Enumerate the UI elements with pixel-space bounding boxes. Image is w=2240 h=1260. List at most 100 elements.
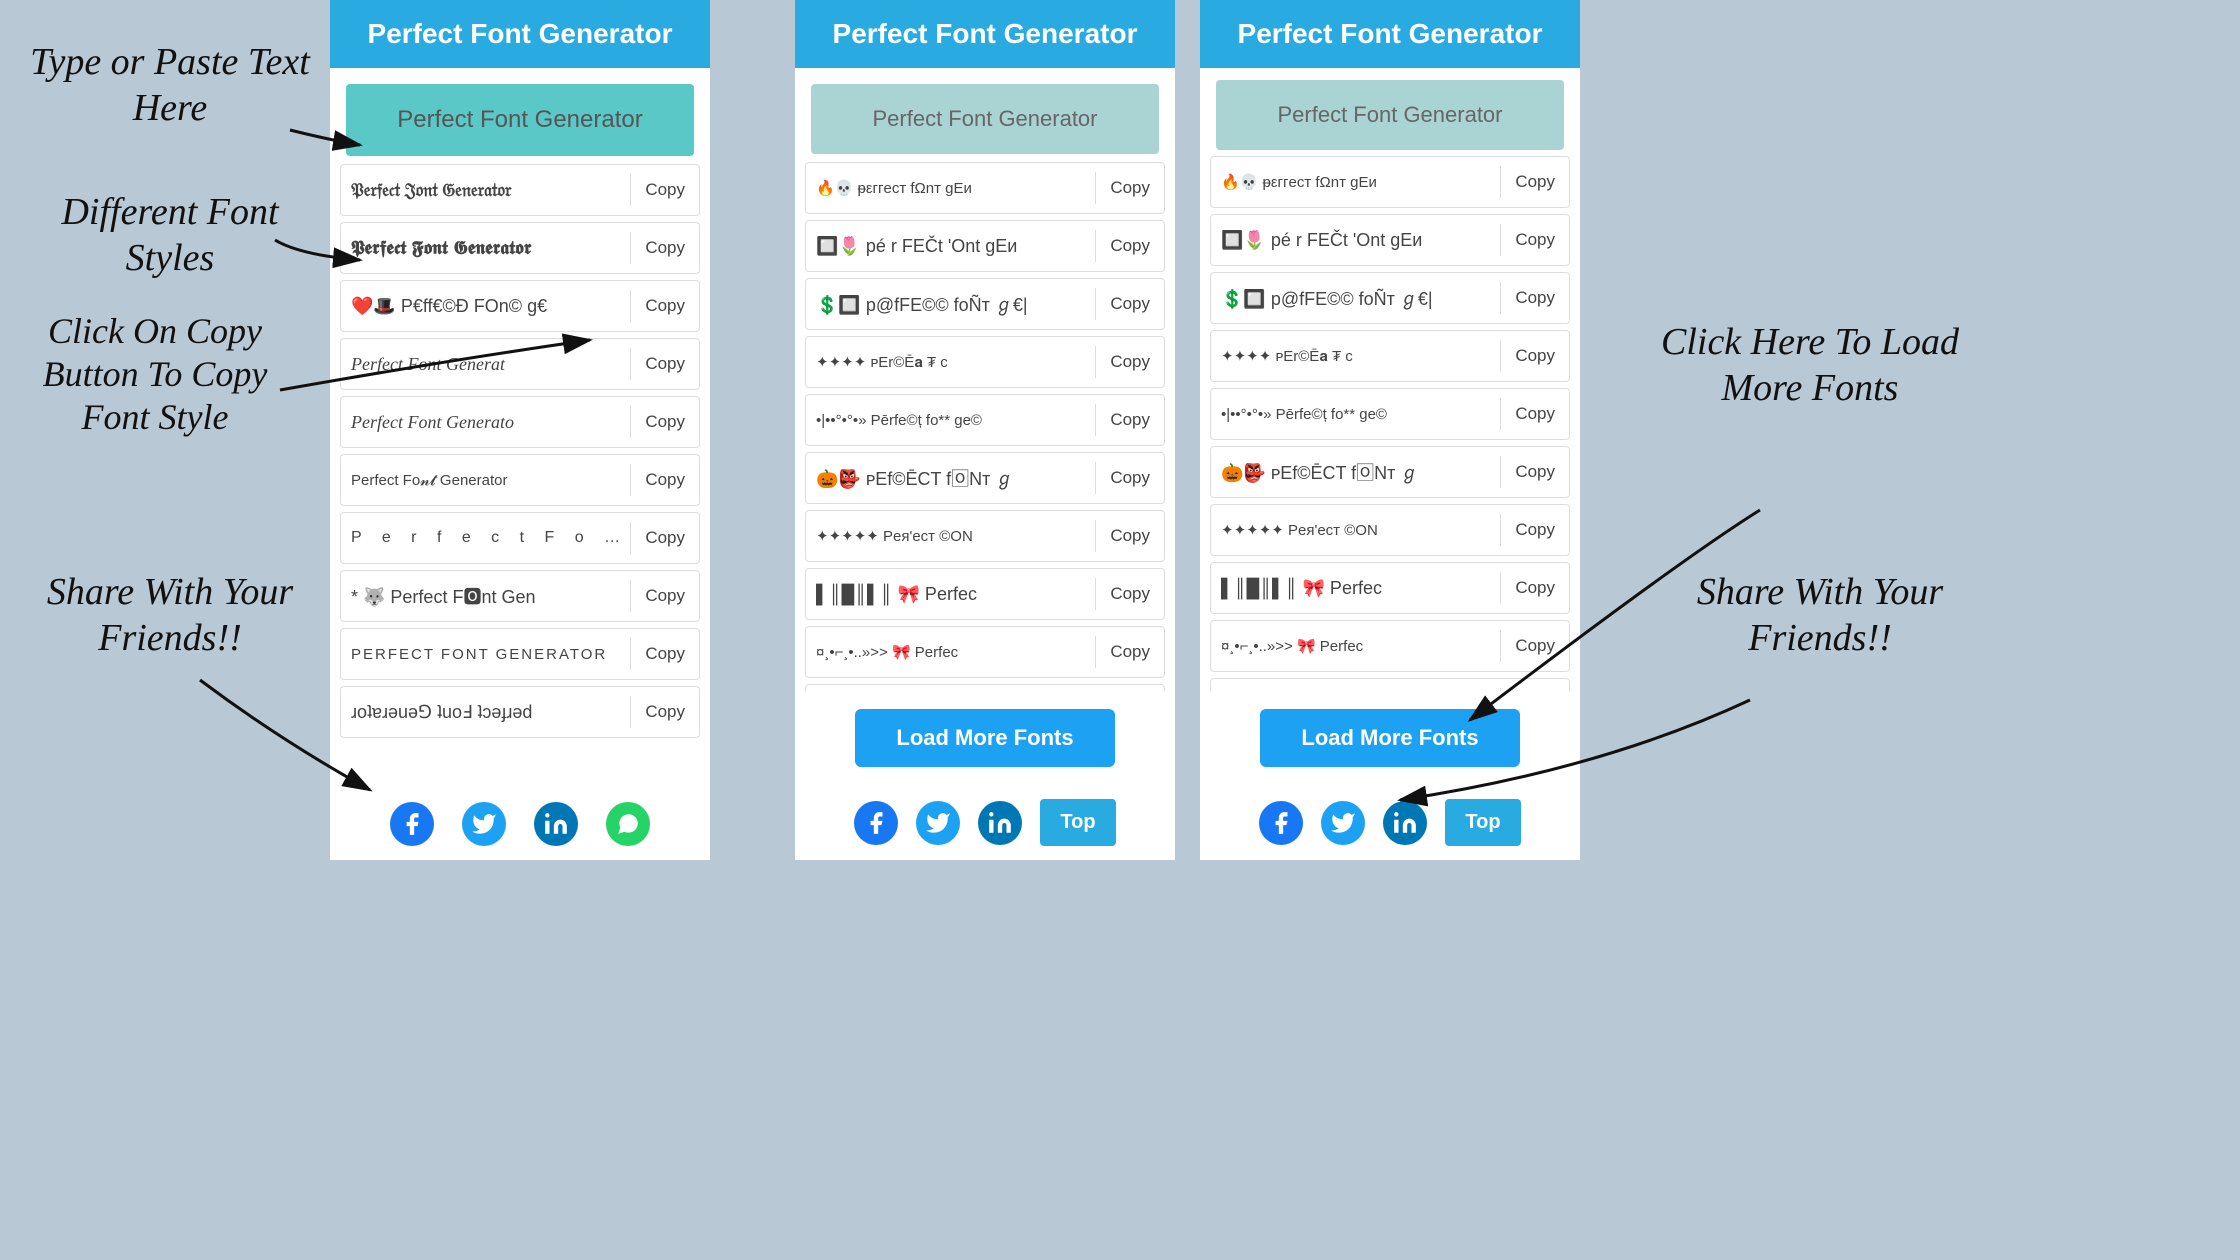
font-text: •|••°•°•» Pērfe©ț fo** ge© bbox=[806, 406, 1095, 435]
second-top-button[interactable]: Top bbox=[1445, 799, 1520, 846]
top-button[interactable]: Top bbox=[1040, 799, 1115, 846]
table-row: Perfect Fo𝓷𝓽 Generator Copy bbox=[340, 454, 700, 506]
copy-button[interactable]: Copy bbox=[1500, 282, 1569, 314]
copy-button[interactable]: Copy bbox=[1095, 636, 1164, 668]
second-right-social-bar: Top bbox=[1200, 785, 1580, 860]
left-panel-header: Perfect Font Generator bbox=[330, 0, 710, 68]
font-text: ✦✦✦✦ ᴘEr©Ē𝐚 ₮ c bbox=[806, 347, 1095, 377]
table-row: •|••°•°•» Pērfe©ț fo** ge© Copy bbox=[1210, 388, 1570, 440]
table-row: 💲🔲 p@fFE©© foÑᴛ ℊ€| Copy bbox=[805, 278, 1165, 330]
font-text: * 🐺 Perfect F🅾nt Gen bbox=[341, 577, 630, 615]
right-panel-header: Perfect Font Generator bbox=[795, 0, 1175, 68]
table-row: ▌║█║▌║ 🎀 Perfec Copy bbox=[1210, 562, 1570, 614]
font-text: 🔥💀 ᵽεᴦᴦeᴄᴛ fΩnᴛ gEᴎ bbox=[806, 173, 1095, 203]
font-text: 🎃👺 ᴘEf©ĒCT f🄾Nᴛ ℊ bbox=[1211, 453, 1500, 491]
table-row: •|••°•°•» Pērfe©ț fo** ge© Copy bbox=[805, 394, 1165, 446]
annotation-share-left: Share With Your Friends!! bbox=[40, 570, 300, 661]
second-linkedin-button[interactable] bbox=[1383, 801, 1427, 845]
annotation-type-paste: Type or Paste Text Here bbox=[30, 40, 310, 131]
copy-button[interactable]: Copy bbox=[1095, 578, 1164, 610]
font-text: Perfect Font Generato bbox=[341, 406, 630, 439]
font-text: ✦✦✦✦✦ Peя'eᴄᴛ ©ON bbox=[806, 521, 1095, 551]
table-row: Perfect Font Generato Copy bbox=[340, 396, 700, 448]
table-row: 🎃👺 ᴘEf©ĒCT f🄾Nᴛ ℊ Copy bbox=[1210, 446, 1570, 498]
font-text: ▌║█║▌║ 🎀 Perfec bbox=[1211, 572, 1500, 605]
annotation-load-more: Click Here To Load More Fonts bbox=[1660, 320, 1960, 411]
font-text: Perfect Fo𝓷𝓽 Generator bbox=[341, 466, 630, 495]
copy-button[interactable]: Copy bbox=[1500, 340, 1569, 372]
text-input[interactable]: Perfect Font Generator bbox=[346, 84, 694, 156]
copy-button[interactable]: Copy bbox=[630, 406, 699, 438]
table-row: ✦✦✦✦✦ Peя'eᴄᴛ ©ON Copy bbox=[805, 510, 1165, 562]
second-load-more-container: Load More Fonts bbox=[1200, 691, 1580, 785]
font-text: ¤¸•⌐¸•..»>> 🎀 Perfec bbox=[1211, 631, 1500, 661]
right-text-input[interactable]: Perfect Font Generator bbox=[811, 84, 1159, 154]
left-font-list: 𝔓𝔢𝔯𝔣𝔢𝔠𝔱 𝔍𝔬𝔫𝔱 𝔊𝔢𝔫𝔢𝔯𝔞𝔱𝔬𝔯 Copy 𝕻𝖊𝖗𝖋𝖊𝖈𝖙 𝕱𝖔𝖓𝖙… bbox=[330, 164, 710, 784]
table-row: 🎃👺 ᴘEf©ĒCT f🄾Nᴛ ℊ Copy bbox=[805, 452, 1165, 504]
copy-button[interactable]: Copy bbox=[1095, 288, 1164, 320]
table-row: Perfect Font Generat Copy bbox=[340, 338, 700, 390]
font-text: ❤️🎩 P€ff€©Ð FOn© g€ bbox=[341, 290, 630, 323]
copy-button[interactable]: Copy bbox=[630, 638, 699, 670]
second-twitter-button[interactable] bbox=[1321, 801, 1365, 845]
copy-button[interactable]: Copy bbox=[630, 290, 699, 322]
linkedin-share-button-right[interactable] bbox=[978, 801, 1022, 845]
font-text: ¤¸•⌐¸•..»>> 🎀 Perfec bbox=[806, 637, 1095, 667]
font-text: Perfect Font Generat bbox=[341, 348, 630, 381]
facebook-share-button-right[interactable] bbox=[854, 801, 898, 845]
load-more-button[interactable]: Load More Fonts bbox=[855, 709, 1115, 767]
twitter-share-button[interactable] bbox=[462, 802, 506, 846]
copy-button[interactable]: Copy bbox=[1500, 398, 1569, 430]
second-load-more-button[interactable]: Load More Fonts bbox=[1260, 709, 1520, 767]
font-text: 🔲🌷 pé r FEČt 'Ont gEᴎ bbox=[1211, 224, 1500, 257]
table-row: 🎁·🎀 🎀 Perfect F© Copy bbox=[1210, 678, 1570, 691]
font-text: ✦✦✦✦✦ Peя'eᴄᴛ ©ON bbox=[1211, 515, 1500, 545]
copy-button[interactable]: Copy bbox=[1500, 456, 1569, 488]
font-text: 🔲🌷 pé r FEČt 'Ont gEᴎ bbox=[806, 230, 1095, 263]
whatsapp-share-button[interactable] bbox=[606, 802, 650, 846]
table-row: 𝔓𝔢𝔯𝔣𝔢𝔠𝔱 𝔍𝔬𝔫𝔱 𝔊𝔢𝔫𝔢𝔯𝔞𝔱𝔬𝔯 Copy bbox=[340, 164, 700, 216]
copy-button[interactable]: Copy bbox=[630, 464, 699, 496]
table-row: ✦✦✦✦ ᴘEr©Ē𝐚 ₮ c Copy bbox=[805, 336, 1165, 388]
copy-button[interactable]: Copy bbox=[1095, 462, 1164, 494]
font-text: 💲🔲 p@fFE©© foÑᴛ ℊ€| bbox=[806, 285, 1095, 323]
font-text: ɹoʇɐɹǝuǝ⅁ ʇuoℲ ʇɔǝɟɹǝd bbox=[341, 696, 630, 729]
second-facebook-button[interactable] bbox=[1259, 801, 1303, 845]
table-row: 🔲🌷 pé r FEČt 'Ont gEᴎ Copy bbox=[805, 220, 1165, 272]
table-row: * 🐺 Perfect F🅾nt Gen Copy bbox=[340, 570, 700, 622]
copy-button[interactable]: Copy bbox=[630, 522, 699, 554]
copy-button[interactable]: Copy bbox=[1500, 514, 1569, 546]
second-text-input[interactable]: Perfect Font Generator bbox=[1216, 80, 1564, 150]
copy-button[interactable]: Copy bbox=[1095, 404, 1164, 436]
copy-button[interactable]: Copy bbox=[630, 174, 699, 206]
table-row: ✦✦✦✦ ᴘEr©Ē𝐚 ₮ c Copy bbox=[1210, 330, 1570, 382]
copy-button[interactable]: Copy bbox=[630, 580, 699, 612]
facebook-share-button[interactable] bbox=[390, 802, 434, 846]
copy-button[interactable]: Copy bbox=[1500, 630, 1569, 662]
copy-button[interactable]: Copy bbox=[630, 696, 699, 728]
copy-button[interactable]: Copy bbox=[1095, 230, 1164, 262]
copy-button[interactable]: Copy bbox=[1500, 224, 1569, 256]
copy-button[interactable]: Copy bbox=[1500, 166, 1569, 198]
second-left-header: Perfect Font Generator bbox=[1200, 0, 1580, 68]
copy-button[interactable]: Copy bbox=[630, 348, 699, 380]
font-text: 𝕻𝖊𝖗𝖋𝖊𝖈𝖙 𝕱𝖔𝖓𝖙 𝕲𝖊𝖓𝖊𝖗𝖆𝖙𝖔𝖗 bbox=[341, 232, 630, 265]
copy-button[interactable]: Copy bbox=[1095, 346, 1164, 378]
copy-button[interactable]: Copy bbox=[1095, 520, 1164, 552]
left-social-bar bbox=[330, 784, 710, 860]
right-font-list: 🔥💀 ᵽεᴦᴦeᴄᴛ fΩnᴛ gEᴎ Copy 🔲🌷 pé r FEČt 'O… bbox=[795, 162, 1175, 691]
linkedin-share-button[interactable] bbox=[534, 802, 578, 846]
font-text: PERFECT FONT GENERATOR bbox=[341, 640, 630, 669]
twitter-share-button-right[interactable] bbox=[916, 801, 960, 845]
table-row: ¤¸•⌐¸•..»>> 🎀 Perfec Copy bbox=[1210, 620, 1570, 672]
copy-button[interactable]: Copy bbox=[630, 232, 699, 264]
table-row: ▌║█║▌║ 🎀 Perfec Copy bbox=[805, 568, 1165, 620]
table-row: 𝕻𝖊𝖗𝖋𝖊𝖈𝖙 𝕱𝖔𝖓𝖙 𝕲𝖊𝖓𝖊𝖗𝖆𝖙𝖔𝖗 Copy bbox=[340, 222, 700, 274]
font-text: •|••°•°•» Pērfe©ț fo** ge© bbox=[1211, 400, 1500, 429]
font-text: ✦✦✦✦ ᴘEr©Ē𝐚 ₮ c bbox=[1211, 341, 1500, 371]
table-row: PERFECT FONT GENERATOR Copy bbox=[340, 628, 700, 680]
font-text: 𝔓𝔢𝔯𝔣𝔢𝔠𝔱 𝔍𝔬𝔫𝔱 𝔊𝔢𝔫𝔢𝔯𝔞𝔱𝔬𝔯 bbox=[341, 174, 630, 207]
copy-button[interactable]: Copy bbox=[1095, 172, 1164, 204]
copy-button[interactable]: Copy bbox=[1500, 572, 1569, 604]
font-text: 🔥💀 ᵽεᴦᴦeᴄᴛ fΩnᴛ gEᴎ bbox=[1211, 167, 1500, 197]
